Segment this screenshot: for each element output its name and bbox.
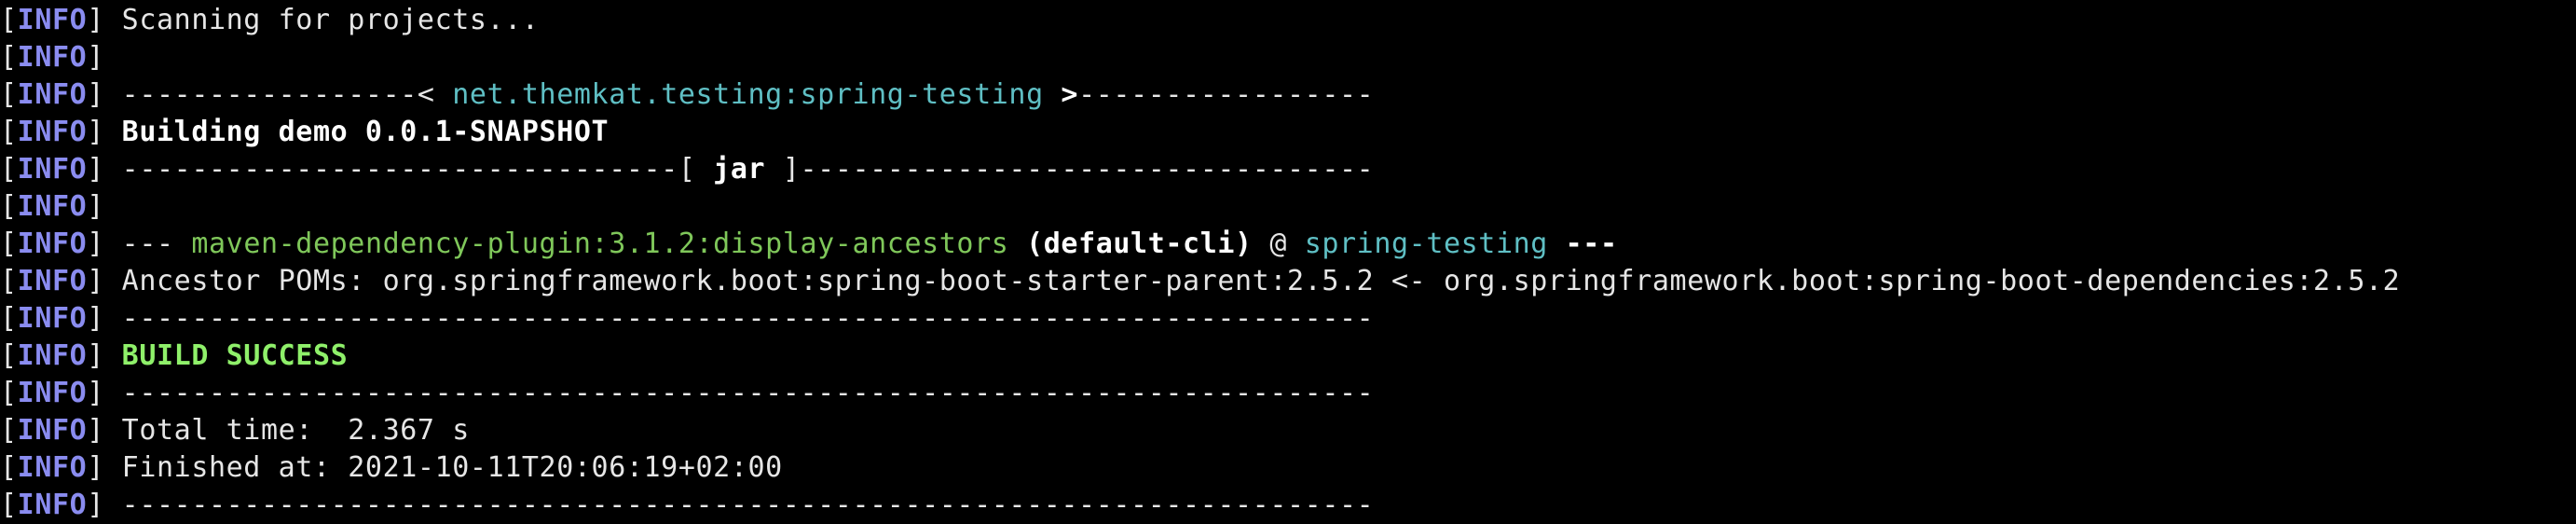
log-text-segment: ]--------------------------------- xyxy=(765,153,1375,186)
log-level-label: INFO xyxy=(17,451,88,484)
log-line: [INFO] Finished at: 2021-10-11T20:06:19+… xyxy=(0,449,2576,487)
log-text-segment: ----------------- xyxy=(1078,78,1375,111)
log-line: [INFO] Building demo 0.0.1-SNAPSHOT xyxy=(0,114,2576,151)
log-prefix-close-bracket: ] xyxy=(87,339,104,372)
log-level-label: INFO xyxy=(17,414,88,447)
log-text-segment: --------------------------------[ xyxy=(121,153,714,186)
log-line: [INFO] xyxy=(0,39,2576,76)
log-level-label: INFO xyxy=(17,190,88,223)
log-prefix-close-bracket: ] xyxy=(87,489,104,521)
log-prefix-close-bracket: ] xyxy=(87,116,104,148)
log-prefix-open-bracket: [ xyxy=(0,78,18,111)
log-prefix-close-bracket: ] xyxy=(87,153,104,186)
log-level-label: INFO xyxy=(17,4,88,36)
log-prefix-open-bracket: [ xyxy=(0,4,18,36)
log-text-segment: --- xyxy=(121,228,192,260)
log-line: [INFO] ---------------------------------… xyxy=(0,375,2576,412)
log-prefix-open-bracket: [ xyxy=(0,414,18,447)
log-text-segment: net.themkat.testing:spring-testing xyxy=(452,78,1044,111)
log-text-segment: BUILD SUCCESS xyxy=(121,339,349,372)
log-line: [INFO] Ancestor POMs: org.springframewor… xyxy=(0,263,2576,300)
log-level-label: INFO xyxy=(17,41,88,74)
log-level-label: INFO xyxy=(17,153,88,186)
log-text-segment: (default-cli) xyxy=(1008,228,1253,260)
log-line: [INFO] ---------------------------------… xyxy=(0,487,2576,524)
log-text-segment: @ xyxy=(1252,228,1305,260)
log-line: [INFO] Total time: 2.367 s xyxy=(0,412,2576,449)
log-prefix-close-bracket: ] xyxy=(87,4,104,36)
log-level-label: INFO xyxy=(17,339,88,372)
log-prefix-close-bracket: ] xyxy=(87,451,104,484)
log-prefix-close-bracket: ] xyxy=(87,41,104,74)
log-prefix-open-bracket: [ xyxy=(0,41,18,74)
log-line: [INFO] Scanning for projects... xyxy=(0,2,2576,39)
log-prefix-open-bracket: [ xyxy=(0,153,18,186)
log-line: [INFO] --- maven-dependency-plugin:3.1.2… xyxy=(0,226,2576,263)
log-level-label: INFO xyxy=(17,228,88,260)
log-text-segment: ----------------------------------------… xyxy=(121,377,1375,409)
log-text-segment: Building demo 0.0.1-SNAPSHOT xyxy=(121,116,610,148)
log-text-segment: spring-testing xyxy=(1304,228,1548,260)
log-text-segment: jar xyxy=(713,153,766,186)
log-prefix-open-bracket: [ xyxy=(0,377,18,409)
log-text-segment: ----------------------------------------… xyxy=(121,302,1375,335)
log-prefix-close-bracket: ] xyxy=(87,228,104,260)
log-line: [INFO] -----------------< net.themkat.te… xyxy=(0,76,2576,114)
log-text-segment: Total time: 2.367 s xyxy=(121,414,470,447)
log-text-segment: > xyxy=(1043,78,1079,111)
log-line: [INFO] --------------------------------[… xyxy=(0,151,2576,188)
log-prefix-open-bracket: [ xyxy=(0,265,18,297)
log-line: [INFO] xyxy=(0,188,2576,226)
log-text-segment: Scanning for projects... xyxy=(121,4,540,36)
log-text-segment: maven-dependency-plugin:3.1.2:display-an… xyxy=(191,228,1009,260)
log-prefix-open-bracket: [ xyxy=(0,190,18,223)
log-prefix-close-bracket: ] xyxy=(87,190,104,223)
log-prefix-open-bracket: [ xyxy=(0,451,18,484)
log-text-segment: -----------------< xyxy=(121,78,453,111)
log-prefix-open-bracket: [ xyxy=(0,339,18,372)
log-prefix-open-bracket: [ xyxy=(0,228,18,260)
log-prefix-open-bracket: [ xyxy=(0,489,18,521)
log-prefix-close-bracket: ] xyxy=(87,377,104,409)
log-text-segment: Finished at: 2021-10-11T20:06:19+02:00 xyxy=(121,451,783,484)
log-prefix-close-bracket: ] xyxy=(87,302,104,335)
log-level-label: INFO xyxy=(17,302,88,335)
log-text-segment: --- xyxy=(1547,228,1618,260)
log-level-label: INFO xyxy=(17,489,88,521)
log-line: [INFO] BUILD SUCCESS xyxy=(0,338,2576,375)
log-text-segment: Ancestor POMs: org.springframework.boot:… xyxy=(121,265,2401,297)
log-prefix-close-bracket: ] xyxy=(87,265,104,297)
log-level-label: INFO xyxy=(17,116,88,148)
log-text-segment: ----------------------------------------… xyxy=(121,489,1375,521)
log-prefix-open-bracket: [ xyxy=(0,302,18,335)
terminal-output: [INFO] Scanning for projects... [INFO] [IN… xyxy=(0,0,2576,521)
log-prefix-close-bracket: ] xyxy=(87,78,104,111)
log-prefix-close-bracket: ] xyxy=(87,414,104,447)
log-level-label: INFO xyxy=(17,265,88,297)
log-level-label: INFO xyxy=(17,377,88,409)
log-line: [INFO] ---------------------------------… xyxy=(0,300,2576,338)
log-prefix-open-bracket: [ xyxy=(0,116,18,148)
log-level-label: INFO xyxy=(17,78,88,111)
